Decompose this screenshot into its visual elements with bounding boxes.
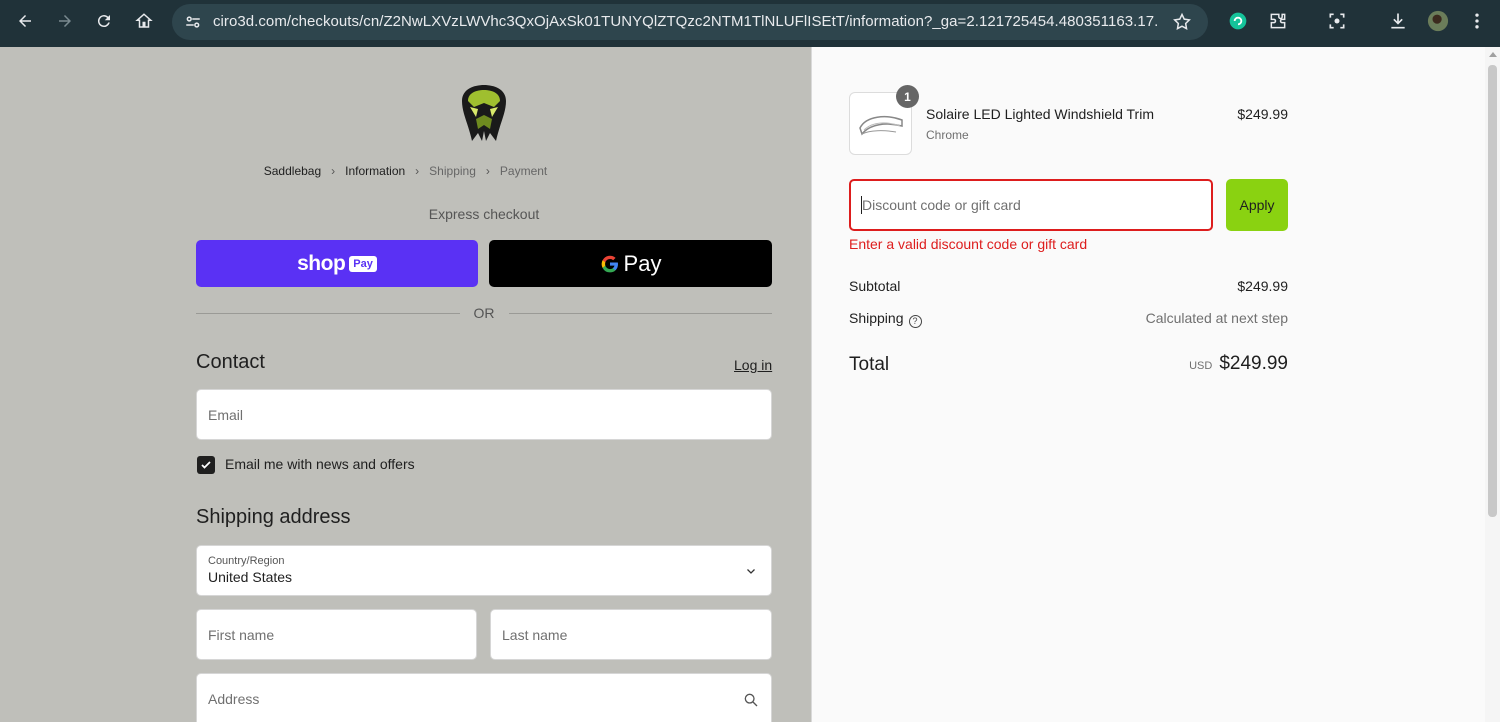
reload-button[interactable] xyxy=(93,10,115,32)
contact-heading: Contact xyxy=(196,351,265,373)
quantity-badge: 1 xyxy=(896,85,919,108)
page-scrollbar[interactable] xyxy=(1485,47,1500,722)
last-name-placeholder: Last name xyxy=(502,627,568,643)
product-variant: Chrome xyxy=(926,128,969,142)
shop-pay-wordmark: shop xyxy=(297,251,346,275)
total-label: Total xyxy=(849,354,890,375)
subtotal-value: $249.99 xyxy=(1237,278,1288,294)
express-checkout-heading: Express checkout xyxy=(428,206,540,222)
email-placeholder: Email xyxy=(208,407,244,423)
scroll-up-icon[interactable] xyxy=(1489,52,1497,57)
country-region-value: United States xyxy=(208,569,293,585)
site-settings-icon[interactable] xyxy=(184,13,202,36)
extensions-puzzle-icon[interactable] xyxy=(1267,10,1289,32)
profile-avatar-icon[interactable] xyxy=(1427,10,1449,32)
first-name-placeholder: First name xyxy=(208,627,275,643)
browser-menu-icon[interactable] xyxy=(1466,10,1488,32)
email-field[interactable]: Email xyxy=(196,389,772,440)
breadcrumb: Saddlebag › Information › Shipping › Pay… xyxy=(0,164,811,178)
or-divider: OR xyxy=(196,305,772,321)
scrollbar-thumb[interactable] xyxy=(1488,65,1497,517)
download-icon[interactable] xyxy=(1387,10,1409,32)
newsletter-checkbox[interactable] xyxy=(197,456,215,474)
chevron-right-icon: › xyxy=(485,164,490,178)
shipping-address-heading: Shipping address xyxy=(196,506,351,528)
discount-placeholder: Discount code or gift card xyxy=(862,197,1021,213)
country-region-select[interactable]: Country/Region United States xyxy=(196,545,772,596)
store-logo[interactable] xyxy=(456,83,512,145)
google-pay-label: Pay xyxy=(623,250,662,276)
forward-button[interactable] xyxy=(54,10,76,32)
shipping-row: Shipping? xyxy=(849,310,922,328)
chevron-down-icon xyxy=(745,564,757,582)
home-button[interactable] xyxy=(133,10,155,32)
breadcrumb-shipping: Shipping xyxy=(429,164,476,178)
newsletter-label[interactable]: Email me with news and offers xyxy=(225,456,415,472)
total-amount: USD $249.99 xyxy=(1189,353,1288,375)
url-text[interactable]: ciro3d.com/checkouts/cn/Z2NwLXVzLWVhc3Qx… xyxy=(213,13,1158,30)
shipping-value: Calculated at next step xyxy=(1145,310,1288,326)
grammarly-extension-icon[interactable] xyxy=(1227,10,1249,32)
breadcrumb-information: Information xyxy=(345,164,406,178)
google-pay-button[interactable]: Pay xyxy=(489,240,772,287)
arrow-left-icon xyxy=(19,15,31,27)
reload-icon xyxy=(97,15,110,28)
shipping-label: Shipping xyxy=(849,310,904,326)
discount-error-message: Enter a valid discount code or gift card xyxy=(849,236,1088,252)
shop-pay-badge: Pay xyxy=(349,255,377,272)
chevron-right-icon: › xyxy=(415,164,420,178)
address-bar[interactable]: ciro3d.com/checkouts/cn/Z2NwLXVzLWVhc3Qx… xyxy=(172,4,1208,40)
divider-line xyxy=(196,312,460,314)
last-name-field[interactable]: Last name xyxy=(490,609,772,660)
google-g-icon xyxy=(601,255,618,272)
checkmark-icon xyxy=(201,461,211,469)
chevron-right-icon: › xyxy=(331,164,336,178)
breadcrumb-saddlebag[interactable]: Saddlebag xyxy=(264,164,321,178)
first-name-field[interactable]: First name xyxy=(196,609,477,660)
screen-capture-icon[interactable] xyxy=(1326,10,1348,32)
shop-pay-button[interactable]: shop Pay xyxy=(196,240,478,287)
arrow-right-icon xyxy=(59,15,71,27)
address-field[interactable]: Address xyxy=(196,673,772,722)
or-label: OR xyxy=(473,305,495,321)
order-summary-pane xyxy=(811,47,1500,722)
country-region-label: Country/Region xyxy=(208,555,285,567)
apply-discount-button[interactable]: Apply xyxy=(1226,179,1288,231)
breadcrumb-payment: Payment xyxy=(499,164,548,178)
total-value: $249.99 xyxy=(1219,353,1288,374)
subtotal-label: Subtotal xyxy=(849,278,901,294)
log-in-link[interactable]: Log in xyxy=(734,357,772,373)
home-icon xyxy=(135,13,153,28)
product-price: $249.99 xyxy=(1237,106,1288,122)
search-icon xyxy=(743,692,759,713)
bookmark-star-icon[interactable] xyxy=(1172,12,1192,37)
browser-toolbar: ciro3d.com/checkouts/cn/Z2NwLXVzLWVhc3Qx… xyxy=(0,0,1500,47)
back-button[interactable] xyxy=(14,10,36,32)
total-currency: USD xyxy=(1189,360,1213,372)
help-circle-icon[interactable]: ? xyxy=(908,315,922,328)
discount-code-input[interactable]: Discount code or gift card xyxy=(849,179,1213,231)
divider-line xyxy=(508,312,772,314)
product-name: Solaire LED Lighted Windshield Trim xyxy=(926,106,1154,122)
address-placeholder: Address xyxy=(208,691,260,707)
